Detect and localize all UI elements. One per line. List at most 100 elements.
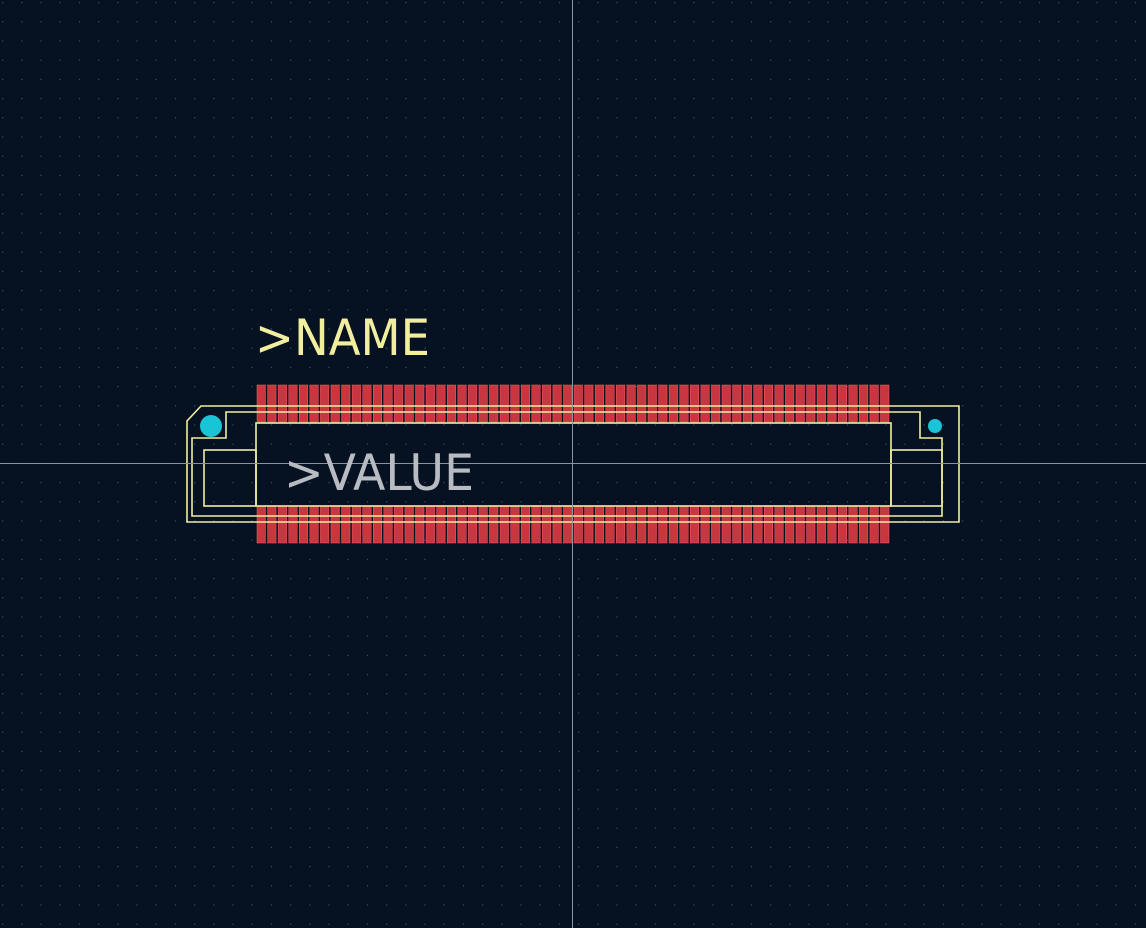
pad-top-36[interactable] xyxy=(626,384,636,423)
pad-bottom-31[interactable] xyxy=(573,505,583,544)
pad-top-26[interactable] xyxy=(520,384,530,423)
value-label[interactable]: >VALUE xyxy=(284,444,474,502)
pad-top-8[interactable] xyxy=(330,384,340,423)
pad-bottom-8[interactable] xyxy=(330,505,340,544)
pad-bottom-57[interactable] xyxy=(848,505,858,544)
pad-bottom-47[interactable] xyxy=(742,505,752,544)
pad-bottom-36[interactable] xyxy=(626,505,636,544)
pad-top-39[interactable] xyxy=(658,384,668,423)
pad-top-60[interactable] xyxy=(880,384,890,423)
pad-top-17[interactable] xyxy=(425,384,435,423)
pad-top-44[interactable] xyxy=(711,384,721,423)
pad-bottom-40[interactable] xyxy=(668,505,678,544)
pad-top-59[interactable] xyxy=(869,384,879,423)
pad-top-18[interactable] xyxy=(436,384,446,423)
pad-top-58[interactable] xyxy=(859,384,869,423)
pad-top-13[interactable] xyxy=(383,384,393,423)
pad-top-51[interactable] xyxy=(785,384,795,423)
pad-top-49[interactable] xyxy=(764,384,773,423)
pad-bottom-19[interactable] xyxy=(446,505,456,544)
pad-top-22[interactable] xyxy=(478,384,488,423)
pad-bottom-20[interactable] xyxy=(457,505,467,544)
pad-bottom-48[interactable] xyxy=(753,505,763,544)
pad-bottom-12[interactable] xyxy=(373,505,382,544)
pad-top-35[interactable] xyxy=(616,384,626,423)
pad-bottom-52[interactable] xyxy=(795,505,805,544)
pad-bottom-10[interactable] xyxy=(351,505,361,544)
pad-top-21[interactable] xyxy=(468,384,478,423)
pad-bottom-38[interactable] xyxy=(647,505,657,544)
pad-top-57[interactable] xyxy=(848,384,858,423)
pad-top-24[interactable] xyxy=(499,384,509,423)
pad-top-10[interactable] xyxy=(351,384,361,423)
pad-top-14[interactable] xyxy=(394,384,404,423)
pad-top-16[interactable] xyxy=(415,384,425,423)
pad-bottom-26[interactable] xyxy=(520,505,530,544)
pad-bottom-21[interactable] xyxy=(468,505,478,544)
pad-bottom-41[interactable] xyxy=(679,505,689,544)
pad-top-33[interactable] xyxy=(594,384,604,423)
pad-bottom-15[interactable] xyxy=(404,505,414,544)
pad-bottom-33[interactable] xyxy=(594,505,604,544)
pad-top-52[interactable] xyxy=(795,384,805,423)
pad-top-9[interactable] xyxy=(341,384,351,423)
pad-bottom-3[interactable] xyxy=(277,505,287,544)
pad-bottom-34[interactable] xyxy=(605,505,615,544)
pad-top-23[interactable] xyxy=(489,384,499,423)
pad-top-47[interactable] xyxy=(742,384,752,423)
pad-top-40[interactable] xyxy=(668,384,678,423)
pad-top-27[interactable] xyxy=(531,384,541,423)
pad-top-31[interactable] xyxy=(573,384,583,423)
pad-bottom-18[interactable] xyxy=(436,505,446,544)
pad-bottom-25[interactable] xyxy=(510,505,520,544)
pad-top-34[interactable] xyxy=(605,384,615,423)
pad-bottom-39[interactable] xyxy=(658,505,668,544)
pad-bottom-60[interactable] xyxy=(880,505,890,544)
pad-top-53[interactable] xyxy=(806,384,816,423)
pad-top-55[interactable] xyxy=(827,384,837,423)
pad-top-32[interactable] xyxy=(584,384,594,423)
pad-bottom-22[interactable] xyxy=(478,505,488,544)
pad-bottom-32[interactable] xyxy=(584,505,594,544)
pad-bottom-6[interactable] xyxy=(309,505,319,544)
mounting-hole-left[interactable] xyxy=(200,415,222,437)
pad-bottom-35[interactable] xyxy=(616,505,626,544)
pad-bottom-1[interactable] xyxy=(256,505,266,544)
pad-bottom-28[interactable] xyxy=(542,505,552,544)
pad-bottom-53[interactable] xyxy=(806,505,816,544)
pad-bottom-16[interactable] xyxy=(415,505,425,544)
pad-bottom-59[interactable] xyxy=(869,505,879,544)
reference-name-label[interactable]: >NAME xyxy=(255,309,430,367)
pad-bottom-29[interactable] xyxy=(552,505,562,544)
pcb-footprint-canvas[interactable]: >NAME >VALUE xyxy=(0,0,1146,928)
pad-bottom-42[interactable] xyxy=(690,505,700,544)
pad-bottom-4[interactable] xyxy=(288,505,298,544)
pad-bottom-46[interactable] xyxy=(732,505,742,544)
pad-top-54[interactable] xyxy=(816,384,826,423)
pad-bottom-56[interactable] xyxy=(837,505,847,544)
pad-bottom-58[interactable] xyxy=(859,505,869,544)
pad-bottom-37[interactable] xyxy=(637,505,647,544)
pad-top-28[interactable] xyxy=(542,384,552,423)
pad-top-29[interactable] xyxy=(552,384,562,423)
pad-bottom-54[interactable] xyxy=(816,505,826,544)
pad-top-3[interactable] xyxy=(277,384,287,423)
pad-top-37[interactable] xyxy=(637,384,647,423)
pad-top-1[interactable] xyxy=(256,384,266,423)
pad-top-30[interactable] xyxy=(563,384,573,423)
pad-bottom-24[interactable] xyxy=(499,505,509,544)
pad-top-11[interactable] xyxy=(362,384,372,423)
pad-top-48[interactable] xyxy=(753,384,763,423)
pad-top-15[interactable] xyxy=(404,384,414,423)
pad-bottom-17[interactable] xyxy=(425,505,435,544)
pad-top-56[interactable] xyxy=(837,384,847,423)
pad-bottom-14[interactable] xyxy=(394,505,404,544)
pad-top-25[interactable] xyxy=(510,384,520,423)
pad-bottom-44[interactable] xyxy=(711,505,721,544)
pad-top-12[interactable] xyxy=(373,384,382,423)
pad-top-6[interactable] xyxy=(309,384,319,423)
pad-top-46[interactable] xyxy=(732,384,742,423)
pad-top-19[interactable] xyxy=(446,384,456,423)
pad-top-5[interactable] xyxy=(299,384,309,423)
pad-bottom-7[interactable] xyxy=(320,505,330,544)
